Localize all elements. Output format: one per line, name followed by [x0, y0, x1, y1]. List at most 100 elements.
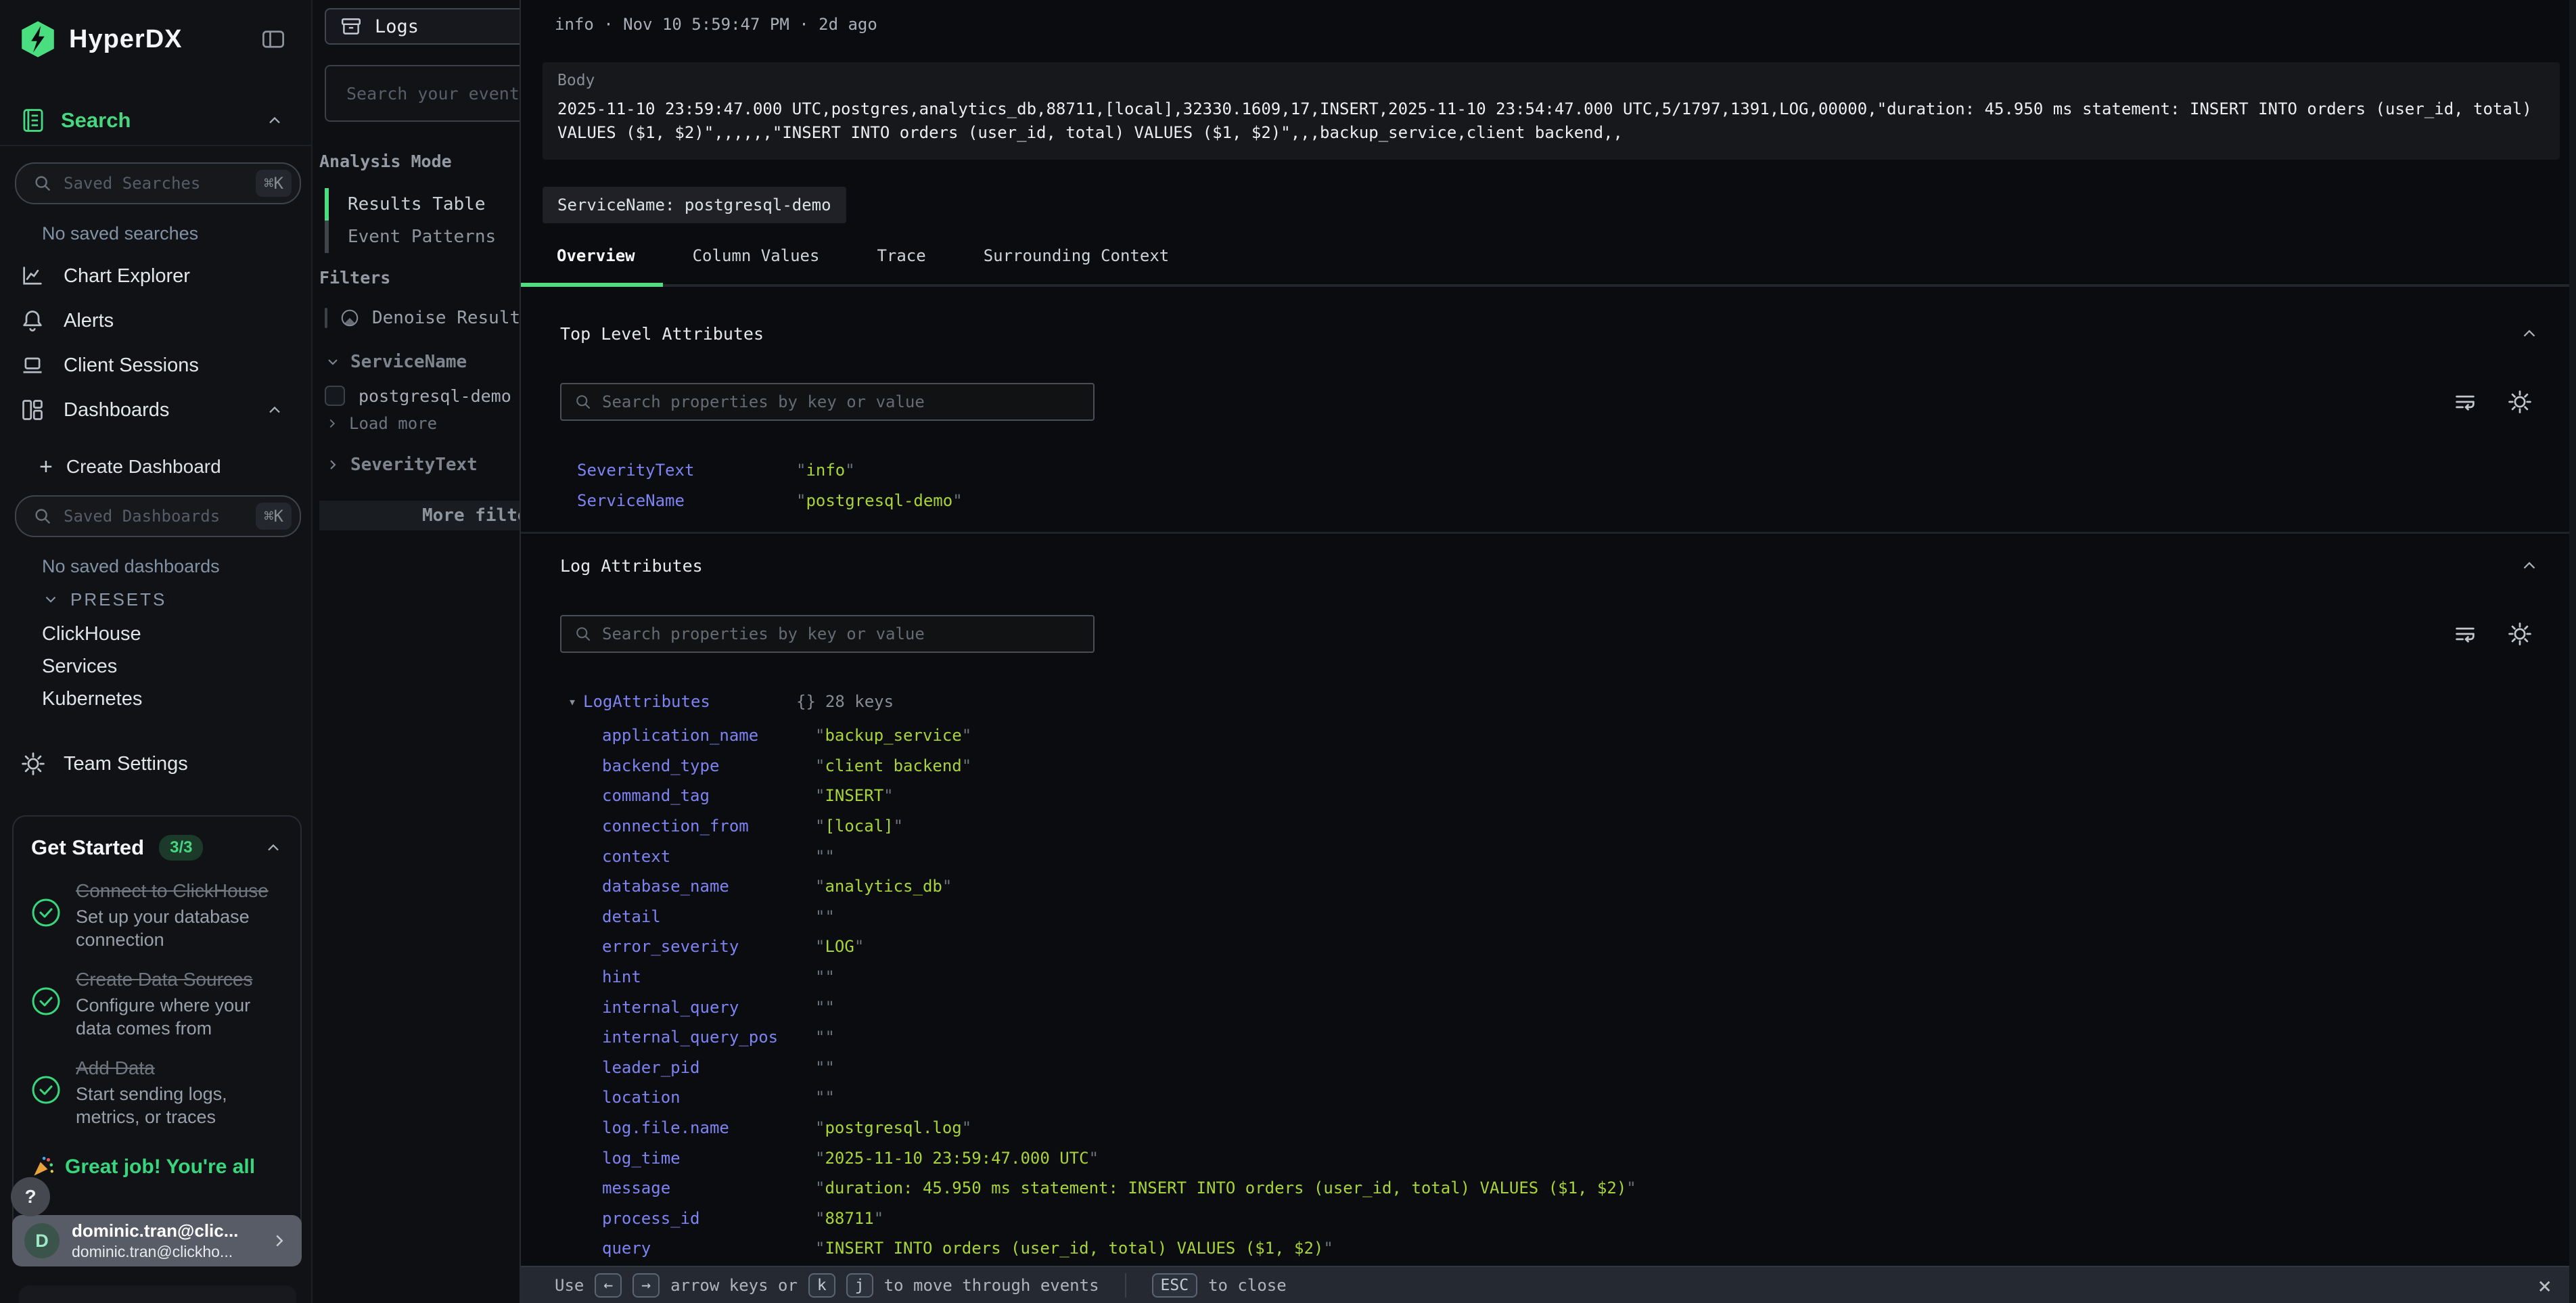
sidebar-item-team-settings[interactable]: Team Settings: [20, 748, 311, 780]
service-name-tag[interactable]: ServiceName: postgresql-demo: [543, 187, 846, 223]
caret-down-icon[interactable]: ▾: [568, 693, 583, 710]
attribute-key[interactable]: command_tag: [602, 786, 815, 805]
attribute-value[interactable]: "": [815, 967, 835, 986]
presets-toggle[interactable]: PRESETS: [42, 589, 311, 610]
attribute-value[interactable]: "": [815, 998, 835, 1017]
attribute-key[interactable]: log.file.name: [602, 1118, 815, 1137]
get-started-step[interactable]: Add Data Start sending logs, metrics, or…: [31, 1056, 283, 1128]
gear-icon[interactable]: [2507, 389, 2533, 415]
attribute-value[interactable]: "": [815, 1088, 835, 1107]
checkbox[interactable]: [325, 386, 345, 406]
saved-dashboards-input[interactable]: Saved Dashboards ⌘K: [15, 495, 301, 537]
sidebar-item-chart-explorer[interactable]: Chart Explorer: [0, 254, 311, 298]
attribute-row: detail "": [560, 902, 2576, 932]
collapse-section-icon[interactable]: [2519, 323, 2539, 344]
tree-root-name[interactable]: LogAttributes: [583, 692, 710, 711]
attribute-key[interactable]: log_time: [602, 1149, 815, 1168]
key-k: k: [808, 1273, 835, 1298]
attribute-value[interactable]: "backup_service": [815, 726, 971, 745]
scrollbar[interactable]: [2569, 0, 2576, 1303]
collapse-section-icon[interactable]: [2519, 555, 2539, 576]
tab-overview[interactable]: Overview: [557, 239, 635, 265]
attribute-key[interactable]: process_id: [602, 1209, 815, 1228]
sidebar-item-search[interactable]: Search: [20, 106, 311, 135]
attribute-key[interactable]: error_severity: [602, 937, 815, 956]
attribute-value[interactable]: "INSERT": [815, 786, 894, 805]
attribute-key[interactable]: internal_query_pos: [602, 1028, 815, 1047]
mode-results-table[interactable]: Results Table: [313, 188, 520, 221]
help-button[interactable]: ?: [11, 1177, 50, 1216]
attribute-value[interactable]: "": [815, 907, 835, 926]
attribute-value[interactable]: "postgresql.log": [815, 1118, 971, 1137]
preset-services[interactable]: Services: [0, 650, 311, 683]
filter-group-severitytext[interactable]: SeverityText: [325, 453, 520, 476]
attribute-key[interactable]: query: [602, 1239, 815, 1258]
load-more-button[interactable]: Load more: [325, 414, 520, 433]
tab-surrounding-context[interactable]: Surrounding Context: [984, 239, 1170, 265]
preset-kubernetes[interactable]: Kubernetes: [0, 683, 311, 715]
dashboard-grid-icon: [20, 398, 46, 422]
attribute-value[interactable]: "analytics_db": [815, 877, 952, 896]
attribute-value[interactable]: "88711": [815, 1209, 883, 1228]
attribute-value[interactable]: "": [815, 847, 835, 866]
more-filters-button[interactable]: More filters: [319, 501, 520, 530]
preset-clickhouse[interactable]: ClickHouse: [0, 618, 311, 650]
property-search-input[interactable]: Search properties by key or value: [560, 383, 1095, 421]
check-circle-icon: [31, 1056, 61, 1128]
tab-column-values[interactable]: Column Values: [693, 239, 820, 265]
attribute-key[interactable]: leader_pid: [602, 1058, 815, 1077]
attribute-key[interactable]: location: [602, 1088, 815, 1107]
gear-icon[interactable]: [2507, 621, 2533, 647]
get-started-step[interactable]: Create Data Sources Configure where your…: [31, 967, 283, 1040]
check-circle-icon: [31, 879, 61, 951]
filter-value-postgresql-demo[interactable]: postgresql-demo: [325, 386, 520, 406]
sidebar-item-client-sessions[interactable]: Client Sessions: [0, 343, 311, 388]
event-search-input[interactable]: Search your event: [325, 65, 520, 122]
sidebar-item-dashboards[interactable]: Dashboards: [0, 388, 311, 432]
create-dashboard-button[interactable]: + Create Dashboard: [39, 455, 311, 479]
body-text[interactable]: 2025-11-10 23:59:47.000 UTC,postgres,ana…: [557, 97, 2545, 145]
get-started-header[interactable]: Get Started 3/3: [31, 833, 283, 863]
attribute-value[interactable]: "client backend": [815, 756, 971, 775]
attribute-key[interactable]: detail: [602, 907, 815, 926]
attribute-key[interactable]: internal_query: [602, 998, 815, 1017]
saved-searches-input[interactable]: Saved Searches ⌘K: [15, 162, 301, 204]
attribute-key[interactable]: backend_type: [602, 756, 815, 775]
get-started-step[interactable]: Connect to ClickHouse Set up your databa…: [31, 879, 283, 951]
wrap-lines-icon[interactable]: [2453, 390, 2477, 414]
attribute-value[interactable]: "": [815, 1058, 835, 1077]
attribute-key[interactable]: connection_from: [602, 817, 815, 836]
attribute-key[interactable]: message: [602, 1179, 815, 1197]
attribute-value[interactable]: "2025-11-10 23:59:47.000 UTC": [815, 1149, 1099, 1168]
attribute-key[interactable]: ServiceName: [577, 491, 796, 510]
close-icon[interactable]: ×: [2538, 1273, 2552, 1300]
source-selector-button[interactable]: Logs: [325, 8, 520, 45]
sidebar-item-alerts[interactable]: Alerts: [0, 298, 311, 343]
attribute-key[interactable]: context: [602, 847, 815, 866]
attribute-value[interactable]: "INSERT INTO orders (user_id, total) VAL…: [815, 1239, 1333, 1258]
attribute-value[interactable]: "LOG": [815, 937, 864, 956]
attribute-key[interactable]: application_name: [602, 726, 815, 745]
chevron-up-icon[interactable]: [265, 401, 284, 419]
mode-event-patterns[interactable]: Event Patterns: [313, 221, 520, 253]
event-body-card: Body 2025-11-10 23:59:47.000 UTC,postgre…: [543, 62, 2560, 160]
attribute-key[interactable]: SeverityText: [577, 461, 796, 480]
tab-trace[interactable]: Trace: [877, 239, 925, 265]
chevron-up-icon[interactable]: [265, 111, 284, 130]
chevron-up-icon[interactable]: [264, 838, 283, 857]
attribute-value[interactable]: "": [815, 1028, 835, 1047]
log-attributes-tree-root[interactable]: ▾ LogAttributes {} 28 keys: [560, 691, 2576, 712]
attribute-value[interactable]: "postgresql-demo": [796, 491, 963, 510]
attribute-value[interactable]: "duration: 45.950 ms statement: INSERT I…: [815, 1179, 1636, 1197]
checkbox[interactable]: [325, 308, 327, 328]
attribute-key[interactable]: hint: [602, 967, 815, 986]
attribute-key[interactable]: database_name: [602, 877, 815, 896]
filter-group-servicename[interactable]: ServiceName: [325, 350, 520, 373]
denoise-results-checkbox[interactable]: Denoise Results: [325, 306, 520, 330]
collapse-sidebar-icon[interactable]: [260, 27, 287, 51]
property-search-input[interactable]: Search properties by key or value: [560, 615, 1095, 653]
attribute-value[interactable]: "[local]": [815, 817, 903, 836]
wrap-lines-icon[interactable]: [2453, 622, 2477, 646]
user-menu[interactable]: D dominic.tran@clic... dominic.tran@clic…: [12, 1215, 302, 1266]
attribute-value[interactable]: "info": [796, 461, 855, 480]
